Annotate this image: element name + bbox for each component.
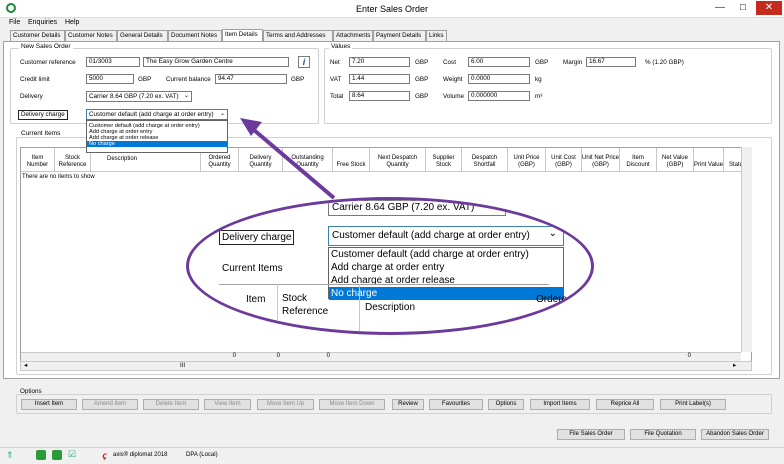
chevron-down-icon: ⌄ bbox=[492, 201, 501, 212]
zoom-option: Add charge at order entry bbox=[331, 262, 445, 273]
zoom-delivery-value: Carrier 8.64 GBP (7.20 ex. VAT) bbox=[332, 202, 475, 213]
zoom-col-item: Item bbox=[246, 294, 266, 305]
zoom-col-ordered: Ordered bbox=[536, 294, 573, 305]
chevron-down-icon: ⌄ bbox=[548, 228, 557, 239]
zoom-col-description: Description bbox=[365, 302, 416, 313]
zoom-current-items: Current Items bbox=[222, 263, 283, 274]
zoom-delivery-select: Carrier 8.64 GBP (7.20 ex. VAT) ⌄ bbox=[328, 200, 506, 216]
zoom-col-stock-ref: Reference bbox=[282, 306, 329, 317]
zoom-divider bbox=[359, 284, 360, 332]
zoom-delivery-charge-value: Customer default (add charge at order en… bbox=[332, 230, 530, 241]
zoom-delivery-charge-label: Delivery charge bbox=[219, 230, 295, 245]
zoom-delivery-charge-select: Customer default (add charge at order en… bbox=[328, 226, 564, 246]
zoom-col-stock: Stock bbox=[282, 293, 308, 304]
zoom-option: Customer default (add charge at order en… bbox=[331, 249, 529, 260]
zoom-callout: Carrier 8.64 GBP (7.20 ex. VAT) ⌄ Deliver… bbox=[186, 197, 594, 335]
arrow-shaft bbox=[252, 128, 336, 200]
zoom-divider bbox=[277, 284, 278, 332]
